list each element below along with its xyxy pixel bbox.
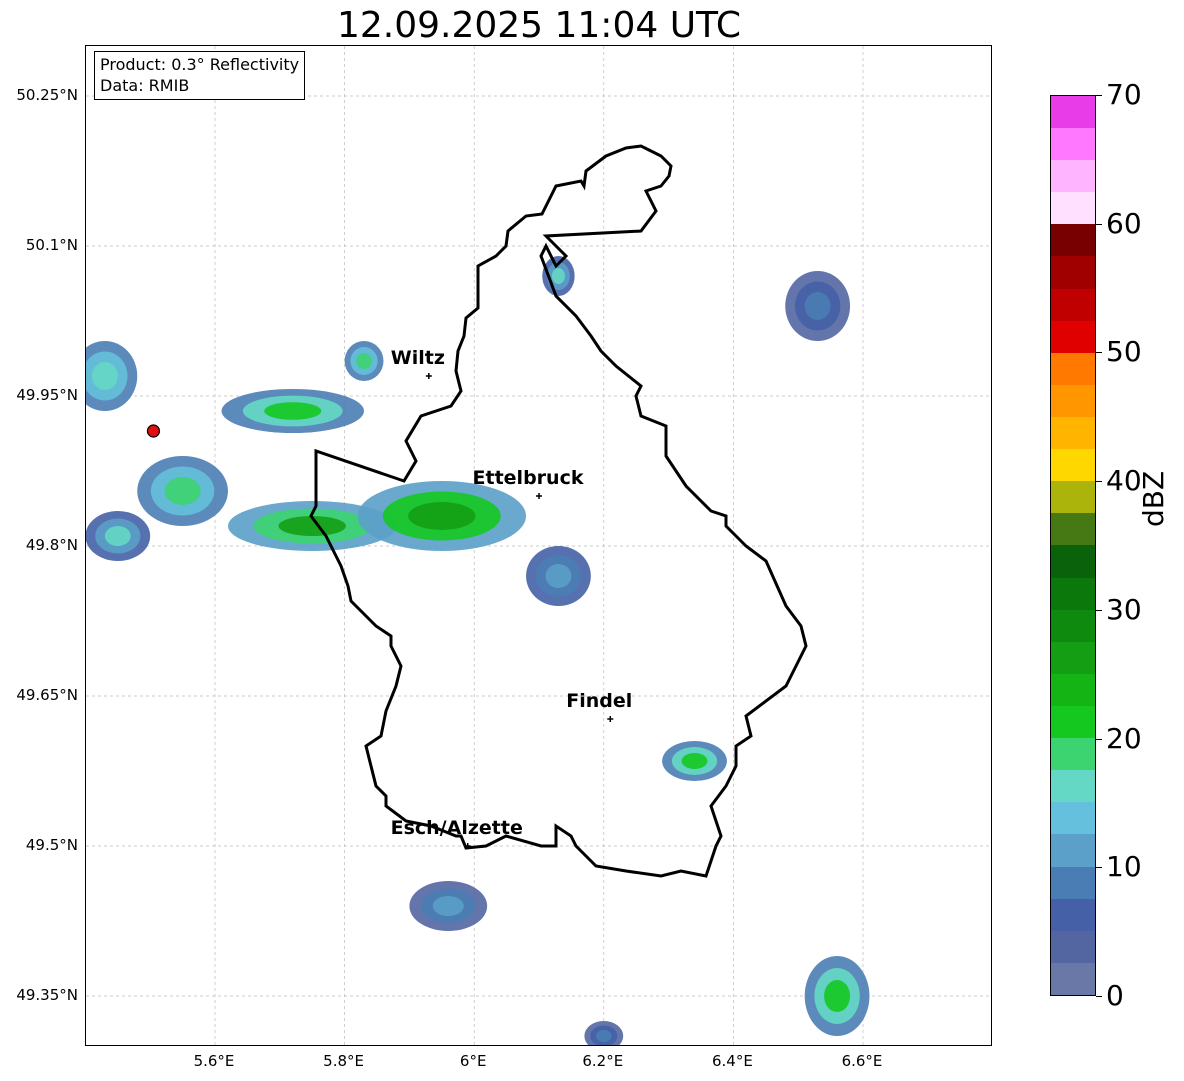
lon-tick-label: 5.8°E xyxy=(323,1052,365,1070)
colorbar-tick-label: 30 xyxy=(1106,593,1142,626)
city-marker xyxy=(607,716,614,722)
colorbar-segment xyxy=(1051,288,1095,321)
echo-layer xyxy=(164,477,201,505)
colorbar-tick-mark xyxy=(1096,867,1102,868)
colorbar xyxy=(1050,95,1096,996)
colorbar-segment xyxy=(1051,513,1095,546)
colorbar-segment xyxy=(1051,770,1095,803)
echo-layer xyxy=(356,353,372,369)
echo-layer xyxy=(596,1030,612,1042)
city-label: Esch/Alzette xyxy=(390,817,523,839)
colorbar-segment xyxy=(1051,738,1095,771)
colorbar-segment xyxy=(1051,609,1095,642)
colorbar-unit-label: dBZ xyxy=(1137,470,1170,527)
colorbar-segment xyxy=(1051,834,1095,867)
echo-cell xyxy=(526,546,591,606)
colorbar-tick-mark xyxy=(1096,739,1102,740)
radar-echoes xyxy=(86,256,870,1045)
colorbar-tick-label: 70 xyxy=(1106,78,1142,111)
lon-tick-label: 5.6°E xyxy=(193,1052,235,1070)
echo-layer xyxy=(91,362,118,390)
gridlines xyxy=(86,46,991,1045)
echo-cell xyxy=(86,511,151,561)
city-marker xyxy=(425,373,432,379)
echo-layer xyxy=(408,502,476,530)
echo-cell xyxy=(584,1021,624,1045)
lat-tick-label: 49.95°N xyxy=(16,386,78,404)
colorbar-segment xyxy=(1051,160,1095,193)
colorbar-segment xyxy=(1051,962,1095,995)
colorbar-tick-label: 60 xyxy=(1106,207,1142,240)
colorbar-tick-mark xyxy=(1096,224,1102,225)
city-label: Findel xyxy=(566,690,633,712)
chart-title: 12.09.2025 11:04 UTC xyxy=(336,5,742,46)
city-label: Ettelbruck xyxy=(472,467,584,489)
product-info-box: Product: 0.3° Reflectivity Data: RMIB xyxy=(94,51,306,100)
colorbar-tick-label: 20 xyxy=(1106,722,1142,755)
lat-tick-label: 49.65°N xyxy=(16,686,78,704)
echo-layer xyxy=(804,292,831,320)
echo-layer xyxy=(545,564,572,588)
lat-tick-label: 50.1°N xyxy=(25,236,78,254)
colorbar-segment xyxy=(1051,192,1095,225)
colorbar-segment xyxy=(1051,545,1095,578)
echo-cell xyxy=(221,389,365,433)
colorbar-segment xyxy=(1051,866,1095,899)
colorbar-segment xyxy=(1051,449,1095,482)
colorbar-segment xyxy=(1051,128,1095,161)
colorbar-segment xyxy=(1051,673,1095,707)
colorbar-tick-label: 0 xyxy=(1106,979,1124,1012)
echo-layer xyxy=(432,896,464,916)
colorbar-tick-label: 50 xyxy=(1106,335,1142,368)
colorbar-segment xyxy=(1051,256,1095,289)
colorbar-segment xyxy=(1051,352,1095,385)
echo-cell xyxy=(357,481,527,551)
lon-tick-label: 6°E xyxy=(459,1052,487,1070)
colorbar-segment xyxy=(1051,930,1095,963)
echo-cell xyxy=(344,341,384,381)
colorbar-segment xyxy=(1051,577,1095,610)
colorbar-tick-label: 10 xyxy=(1106,850,1142,883)
colorbar-tick-mark xyxy=(1096,610,1102,611)
colorbar-tick-mark xyxy=(1096,352,1102,353)
echo-cell xyxy=(785,271,851,341)
echo-cell xyxy=(409,881,488,931)
echo-layer xyxy=(264,402,322,420)
data-source-label: Data: RMIB xyxy=(100,76,190,95)
lat-tick-label: 50.25°N xyxy=(16,86,78,104)
colorbar-segment xyxy=(1051,320,1095,353)
lat-tick-label: 49.5°N xyxy=(25,836,78,854)
echo-cell xyxy=(804,956,870,1036)
colorbar-segment xyxy=(1051,898,1095,931)
echo-layer xyxy=(104,526,131,546)
colorbar-segment xyxy=(1051,481,1095,514)
map-canvas xyxy=(86,46,991,1045)
colorbar-segment xyxy=(1051,706,1095,739)
echo-layer xyxy=(681,753,708,769)
city-marker xyxy=(536,493,542,499)
colorbar-tick-mark xyxy=(1096,996,1102,997)
colorbar-segment xyxy=(1051,95,1095,129)
colorbar-segment xyxy=(1051,417,1095,450)
lat-tick-label: 49.8°N xyxy=(25,536,78,554)
radar-map[interactable] xyxy=(85,45,992,1046)
radar-site-marker xyxy=(146,424,161,438)
echo-layer xyxy=(824,980,851,1012)
colorbar-tick-mark xyxy=(1096,95,1102,96)
colorbar-tick-mark xyxy=(1096,481,1102,482)
lon-tick-label: 6.2°E xyxy=(582,1052,624,1070)
lon-tick-label: 6.6°E xyxy=(841,1052,883,1070)
city-label: Wiltz xyxy=(390,347,445,369)
echo-cell xyxy=(137,456,228,526)
echo-cell xyxy=(86,341,138,411)
echo-cell xyxy=(662,741,727,781)
lat-tick-label: 49.35°N xyxy=(16,986,78,1004)
product-label: Product: 0.3° Reflectivity xyxy=(100,55,300,74)
colorbar-segment xyxy=(1051,802,1095,835)
colorbar-segment xyxy=(1051,384,1095,418)
echo-layer xyxy=(551,268,565,284)
colorbar-segment xyxy=(1051,641,1095,674)
lon-tick-label: 6.4°E xyxy=(711,1052,753,1070)
colorbar-segment xyxy=(1051,224,1095,257)
